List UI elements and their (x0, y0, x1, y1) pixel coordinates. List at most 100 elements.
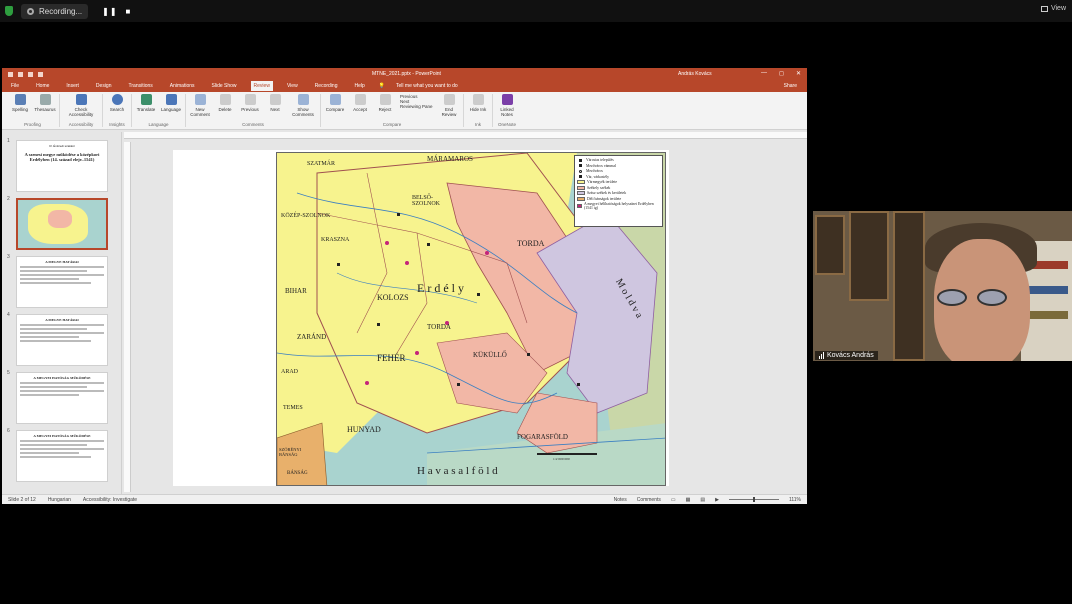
show-comments-button[interactable]: Show Comments (290, 94, 316, 122)
zoom-level[interactable]: 111% (789, 497, 801, 503)
slideshow-icon[interactable]: ▶ (715, 497, 719, 503)
present-icon[interactable] (38, 71, 43, 77)
region-label: HUNYAD (347, 425, 381, 434)
group-label: Language (148, 122, 169, 127)
notes-button[interactable]: Notes (614, 497, 627, 503)
search-button[interactable]: Search (107, 94, 127, 122)
transylvania-map: Városias település Mezőváros vámmal Mező… (276, 152, 666, 486)
tab-help[interactable]: Help (351, 81, 367, 91)
tab-view[interactable]: View (284, 81, 301, 91)
group-label: Comments (242, 122, 264, 127)
previous-comment-button[interactable]: Previous (240, 94, 260, 122)
accessibility-status[interactable]: Accessibility: Investigate (83, 497, 137, 503)
thesaurus-button[interactable]: Thesaurus (34, 94, 56, 122)
ribbon: Spelling Thesaurus Proofing Check Access… (2, 92, 807, 130)
tab-home[interactable]: Home (33, 81, 52, 91)
document-title: MTNE_2021.pptx - PowerPoint (372, 71, 441, 77)
check-accessibility-button[interactable]: Check Accessibility (64, 94, 98, 122)
translate-icon (140, 94, 152, 105)
maximize-icon[interactable]: ◻ (779, 70, 784, 77)
region-label: BIHAR (285, 287, 307, 295)
slide-thumbnail-2[interactable] (16, 198, 108, 250)
minimize-icon[interactable]: — (761, 70, 767, 77)
comments-button[interactable]: Comments (637, 497, 661, 503)
language-button[interactable]: Language (161, 94, 181, 122)
glasses-icon (937, 289, 967, 306)
compare-icon (329, 94, 341, 105)
delete-icon (219, 94, 231, 105)
recording-icon (27, 7, 34, 15)
legend-label: Vár, várkastély (586, 174, 610, 179)
ribbon-tabs: File Home Insert Design Transitions Anim… (2, 80, 807, 92)
reject-button[interactable]: Reject (375, 94, 395, 122)
accept-button[interactable]: Accept (350, 94, 370, 122)
slide-thumbnail-5[interactable]: A MEGYEI HATÓSÁG MŰKÖDÉSE (16, 372, 108, 424)
close-icon[interactable]: ✕ (796, 70, 801, 77)
user-name[interactable]: András Kovács (678, 71, 712, 77)
redo-icon[interactable] (28, 71, 33, 77)
group-label: OneNote (497, 122, 516, 127)
scale-label: 1:2 000 000 (553, 457, 570, 461)
slide-thumbnail-6[interactable]: A MEGYEI HATÓSÁG MŰKÖDÉSE (16, 430, 108, 482)
tab-recording[interactable]: Recording (312, 81, 341, 91)
tell-me-search[interactable]: Tell me what you want to do (396, 83, 458, 89)
spelling-button[interactable]: Spelling (10, 94, 30, 122)
thumbnail-title: A MEGYE HATÁRAI (45, 260, 79, 264)
status-bar: Slide 2 of 12 Hungarian Accessibility: I… (2, 494, 807, 504)
delete-comment-button[interactable]: Delete (215, 94, 235, 122)
new-comment-button[interactable]: New Comment (190, 94, 210, 122)
search-icon (111, 94, 123, 105)
save-icon[interactable] (8, 71, 13, 77)
next-comment-button[interactable]: Next (265, 94, 285, 122)
pause-icon[interactable]: ❚❚ (102, 7, 117, 16)
undo-icon[interactable] (18, 71, 23, 77)
end-review-button[interactable]: End Review (439, 94, 459, 122)
region-label: E r d é l y (417, 281, 464, 295)
region-label: TEMES (283, 405, 303, 411)
recording-indicator[interactable]: Recording... (21, 3, 89, 19)
compare-button[interactable]: Compare (325, 94, 345, 122)
thumbnail-number: 3 (7, 254, 10, 260)
legend-label: Szász székek és kerületek (587, 191, 627, 195)
title-bar: MTNE_2021.pptx - PowerPoint András Kovác… (2, 68, 807, 80)
stop-icon[interactable]: ■ (126, 7, 132, 16)
region-label: KÖZÉP-SZOLNOK (281, 213, 331, 219)
legend-label: Déli bánságok területe (587, 196, 622, 201)
tab-insert[interactable]: Insert (63, 81, 82, 91)
linked-notes-button[interactable]: Linked Notes (497, 94, 517, 122)
language-status[interactable]: Hungarian (48, 497, 71, 503)
view-button[interactable]: View (1040, 5, 1066, 12)
comments-icon (297, 94, 309, 105)
slide-canvas[interactable]: Városias település Mezőváros vámmal Mező… (173, 150, 669, 486)
tab-animations[interactable]: Animations (167, 81, 198, 91)
shield-icon (5, 6, 13, 16)
hide-ink-button[interactable]: Hide Ink (468, 94, 488, 122)
tab-file[interactable]: File (8, 81, 22, 91)
spelling-icon (14, 94, 26, 105)
slide-thumbnail-4[interactable]: A MEGYE HATÁRAI (16, 314, 108, 366)
group-comments: New Comment Delete Previous Next Show Co… (186, 94, 321, 127)
accept-icon (354, 94, 366, 105)
slide-sorter-icon[interactable]: ▦ (686, 497, 691, 503)
tab-review[interactable]: Review (250, 81, 273, 91)
zoom-slider[interactable] (728, 497, 779, 502)
reviewing-pane-button[interactable]: Reviewing Pane (400, 104, 433, 109)
slide-thumbnail-1[interactable]: IV. Évtizedi szakkör A szenesi megye műk… (16, 140, 108, 192)
next-icon (269, 94, 281, 105)
share-button[interactable]: Share (784, 83, 797, 89)
tab-slide-show[interactable]: Slide Show (209, 81, 240, 91)
legend-swatch (577, 204, 582, 208)
normal-view-icon[interactable]: ▭ (671, 497, 676, 503)
lightbulb-icon: 💡 (378, 83, 386, 89)
tab-design[interactable]: Design (93, 81, 115, 91)
translate-button[interactable]: Translate (136, 94, 156, 122)
thumbnail-title: A MEGYE HATÁRAI (45, 318, 79, 322)
bookshelf (893, 211, 925, 361)
region-label: BELSŐ-SZOLNOK (412, 195, 440, 207)
reading-view-icon[interactable]: ▤ (700, 497, 705, 503)
tab-transitions[interactable]: Transitions (126, 81, 156, 91)
group-accessibility: Check Accessibility Accessibility (60, 94, 103, 127)
slide-thumbnail-3[interactable]: A MEGYE HATÁRAI (16, 256, 108, 308)
region-label: ZARÁND (297, 333, 327, 341)
region-label: TORDA (427, 323, 451, 331)
